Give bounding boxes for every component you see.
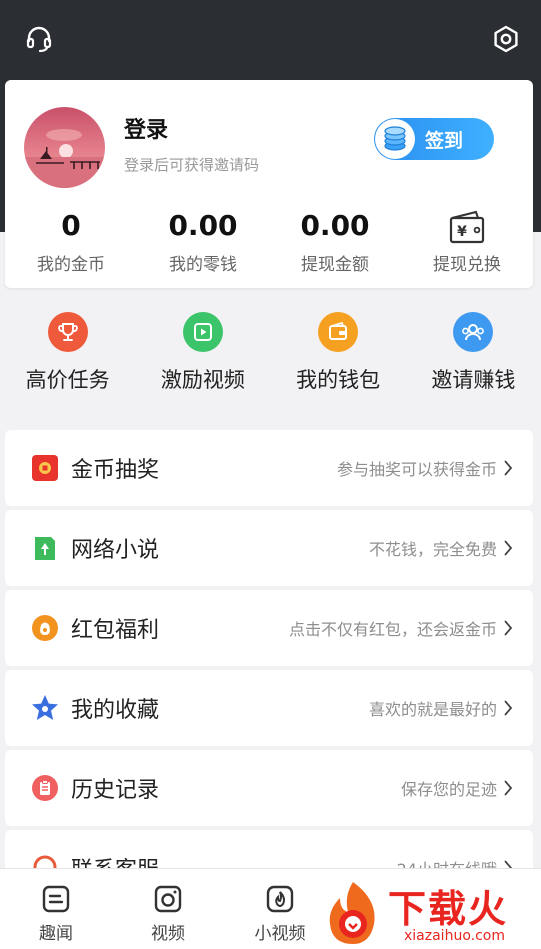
stat-change-value: 0.00 xyxy=(168,209,238,242)
quick-high-tasks-label: 高价任务 xyxy=(25,368,110,392)
profile-card: 登录 登录后可获得邀请码 签到 0 我的金币 0.00 我的零钱 0.00 提现… xyxy=(5,80,533,288)
fire-logo-icon xyxy=(329,882,375,944)
quick-invite-earn[interactable]: 邀请赚钱 xyxy=(406,312,541,402)
quick-high-tasks[interactable]: 高价任务 xyxy=(0,312,135,402)
chevron-right-icon xyxy=(503,458,517,478)
quick-my-wallet[interactable]: 我的钱包 xyxy=(271,312,406,402)
menu-item-novel-title: 网络小说 xyxy=(71,538,160,563)
stat-change-label: 我的零钱 xyxy=(169,255,237,275)
menu-item-contact-support-title: 联系客服 xyxy=(71,852,397,868)
quick-my-wallet-label: 我的钱包 xyxy=(296,368,381,392)
menu-item-red-packet-desc: 点击不仅有红包，还会返金币 xyxy=(288,620,497,639)
menu-item-favorites-desc: 喜欢的就是最好的 xyxy=(368,700,497,719)
menu-item-red-packet[interactable]: 红包福利 点击不仅有红包，还会返金币 xyxy=(5,590,533,666)
play-icon xyxy=(182,312,223,352)
avatar[interactable] xyxy=(24,107,105,188)
gift-icon xyxy=(29,452,61,484)
menu-item-red-packet-title: 红包福利 xyxy=(71,618,160,643)
stat-withdraw-value: 0.00 xyxy=(300,209,370,242)
signin-button[interactable]: 签到 xyxy=(374,118,494,160)
money-bag-icon xyxy=(29,612,61,644)
quick-reward-video-label: 激励视频 xyxy=(160,368,245,392)
signin-label: 签到 xyxy=(425,129,464,152)
svg-text:¥: ¥ xyxy=(457,224,467,240)
trophy-icon xyxy=(47,312,88,352)
headset-icon xyxy=(29,852,61,868)
quick-invite-earn-label: 邀请赚钱 xyxy=(431,368,516,392)
menu-item-contact-support-desc: 24小时在线哦 xyxy=(397,856,497,868)
tab-video[interactable]: 视频 xyxy=(112,869,224,949)
group-icon xyxy=(453,312,494,352)
login-subtitle: 登录后可获得邀请码 xyxy=(124,156,260,174)
menu-item-novel-desc: 不花钱，完全免费 xyxy=(368,540,497,559)
chevron-right-icon xyxy=(503,778,517,798)
tab-news-label: 趣闻 xyxy=(39,924,73,944)
star-icon xyxy=(29,692,61,724)
settings-hexagon-icon[interactable] xyxy=(489,22,523,56)
watermark-text: 下载火 xyxy=(388,887,509,931)
chevron-right-icon xyxy=(503,618,517,638)
chevron-right-icon xyxy=(503,698,517,718)
menu-item-lottery-title: 金币抽奖 xyxy=(71,458,160,483)
quick-reward-video[interactable]: 激励视频 xyxy=(135,312,270,402)
camera-icon xyxy=(112,883,224,915)
wallet-yen-icon: ¥ xyxy=(401,208,533,244)
book-icon xyxy=(29,532,61,564)
stat-coins-label: 我的金币 xyxy=(37,255,105,275)
wallet-icon xyxy=(318,312,359,352)
menu-item-contact-support[interactable]: 联系客服 24小时在线哦 xyxy=(5,830,533,868)
coins-icon xyxy=(375,119,415,159)
menu-item-history-desc: 保存您的足迹 xyxy=(400,780,497,799)
watermark-url: xiazaihuo.com xyxy=(404,928,505,944)
chevron-right-icon xyxy=(503,538,517,558)
chevron-right-icon xyxy=(503,858,517,868)
menu-item-lottery-desc: 参与抽奖可以获得金币 xyxy=(336,460,497,479)
login-title[interactable]: 登录 xyxy=(124,112,168,144)
stat-exchange[interactable]: ¥ 提现兑换 xyxy=(401,208,533,280)
news-icon xyxy=(0,883,112,915)
tab-video-label: 视频 xyxy=(151,924,185,944)
menu-item-favorites[interactable]: 我的收藏 喜欢的就是最好的 xyxy=(5,670,533,746)
menu-item-history[interactable]: 历史记录 保存您的足迹 xyxy=(5,750,533,826)
stat-exchange-label: 提现兑换 xyxy=(433,255,501,275)
menu-item-lottery[interactable]: 金币抽奖 参与抽奖可以获得金币 xyxy=(5,430,533,506)
stat-withdraw-label: 提现金额 xyxy=(301,255,369,275)
headset-icon[interactable] xyxy=(22,22,56,56)
stat-coins-value: 0 xyxy=(61,209,81,242)
menu-item-favorites-title: 我的收藏 xyxy=(71,698,160,723)
stats-row: 0 我的金币 0.00 我的零钱 0.00 提现金额 ¥ 提现兑换 xyxy=(5,208,533,280)
stat-withdraw[interactable]: 0.00 提现金额 xyxy=(269,208,401,280)
menu-list: 金币抽奖 参与抽奖可以获得金币 网络小说 不花钱，完全免费 红包福利 点击不仅有… xyxy=(5,430,533,868)
stat-coins[interactable]: 0 我的金币 xyxy=(5,208,137,280)
stat-change[interactable]: 0.00 我的零钱 xyxy=(137,208,269,280)
menu-item-history-title: 历史记录 xyxy=(71,778,160,803)
menu-item-novel[interactable]: 网络小说 不花钱，完全免费 xyxy=(5,510,533,586)
quick-actions: 高价任务 激励视频 我的钱包 邀请赚钱 xyxy=(0,312,541,402)
tab-news[interactable]: 趣闻 xyxy=(0,869,112,949)
clipboard-icon xyxy=(29,772,61,804)
watermark-logo: 下载火 xiazaihuo.com xyxy=(318,876,540,949)
